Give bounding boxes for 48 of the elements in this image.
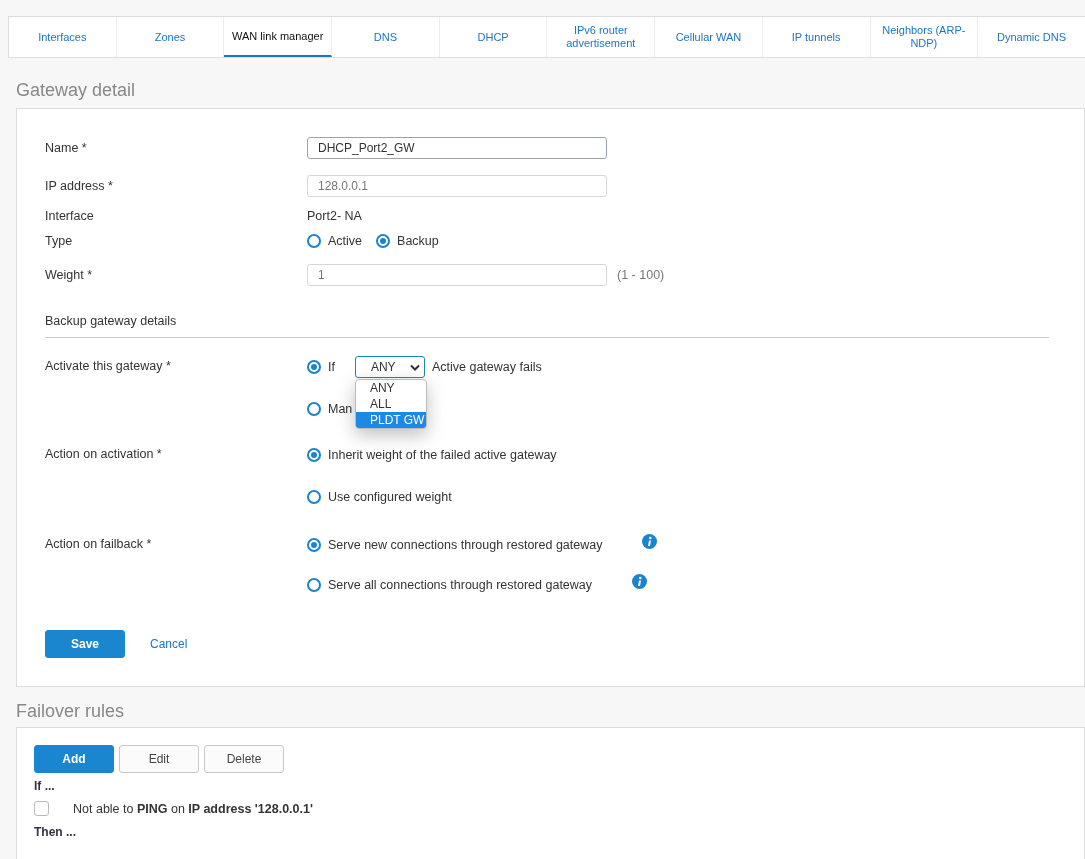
field-value: Port2- NA xyxy=(307,209,362,223)
field-label: Interface xyxy=(45,209,95,223)
field-label: Name * xyxy=(45,141,88,155)
radio-button[interactable] xyxy=(376,234,391,248)
radio-button[interactable] xyxy=(307,578,321,592)
radio-label[interactable]: Serve new connections through restored gateway xyxy=(328,538,603,552)
text-field[interactable]: DHCP_Port2_GW xyxy=(307,137,607,159)
edit-button[interactable]: Edit xyxy=(119,745,199,773)
radio-button[interactable] xyxy=(307,234,321,248)
section-title: Gateway detail xyxy=(16,80,137,102)
radio-label[interactable]: If xyxy=(328,360,335,374)
dropdown-option[interactable]: ALL xyxy=(355,396,426,412)
section-title: Failover rules xyxy=(16,701,126,723)
info-icon[interactable] xyxy=(632,573,648,589)
chevron-down-icon xyxy=(409,363,420,371)
action-heading: Then ... xyxy=(34,825,77,839)
dropdown-option[interactable]: PLDT GW xyxy=(355,412,426,428)
field-label: IP address * xyxy=(45,179,114,193)
condition-heading: If ... xyxy=(34,779,56,793)
radio-button[interactable] xyxy=(307,360,321,374)
field-label: Weight * xyxy=(45,268,93,282)
radio-label[interactable]: Serve all connections through restored gateway xyxy=(328,578,593,592)
radio-label[interactable]: Backup xyxy=(397,234,439,248)
field-label: Activate this gateway * xyxy=(45,359,172,373)
dropdown-option[interactable]: ANY xyxy=(355,380,426,396)
radio-button[interactable] xyxy=(307,402,321,416)
delete-button[interactable]: Delete xyxy=(204,745,284,773)
condition-text: Not able to PING on IP address '128.0.0.1' xyxy=(73,801,313,816)
radio-label[interactable]: Use configured weight xyxy=(328,490,452,504)
add-button[interactable]: Add xyxy=(34,745,114,773)
dropdown[interactable]: ANY xyxy=(354,356,425,378)
cancel-link[interactable]: Cancel xyxy=(150,630,188,658)
radio-label[interactable]: Active xyxy=(328,234,363,248)
save-button[interactable]: Save xyxy=(45,630,125,658)
subsection-heading: Backup gateway details xyxy=(45,314,1049,338)
field-label: Action on failback * xyxy=(45,537,153,551)
range-hint: (1 - 100) xyxy=(617,268,665,282)
radio-button[interactable] xyxy=(307,538,321,552)
checkbox[interactable] xyxy=(34,801,49,816)
field-label: Action on activation * xyxy=(45,447,163,461)
field-label: Type xyxy=(45,234,74,248)
tab[interactable]: WAN link manager xyxy=(224,17,333,57)
radio-label[interactable]: Man xyxy=(328,402,353,416)
radio-label[interactable]: Inherit weight of the failed active gateway xyxy=(328,448,557,462)
radio-button[interactable] xyxy=(307,448,321,462)
info-icon[interactable] xyxy=(642,533,658,549)
option-text: Active gateway fails xyxy=(431,360,542,374)
radio-button[interactable] xyxy=(307,490,321,504)
